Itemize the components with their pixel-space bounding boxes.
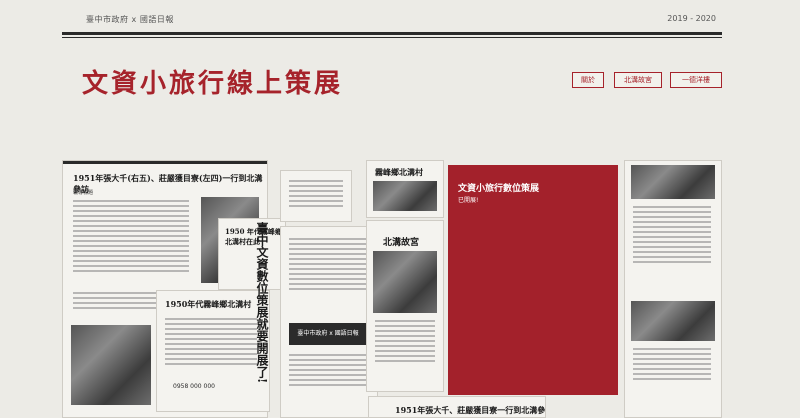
- newspaper-clipping-3[interactable]: 1950 年代霧峰鄉北溝村在此: [218, 218, 286, 290]
- nav-about-button[interactable]: 關於: [572, 72, 604, 88]
- clipping-body-text: [627, 203, 717, 266]
- nav-beigou-button[interactable]: 北溝故宮: [614, 72, 662, 88]
- clipping-photo: [631, 165, 715, 199]
- clipping-body-text: [67, 197, 195, 275]
- feature-card[interactable]: 文資小旅行數位策展 已開展!: [448, 165, 618, 395]
- newspaper-clipping-2[interactable]: 1950年代霧峰鄉北溝村 0958 000 000: [156, 290, 270, 412]
- newspaper-clipping-7[interactable]: 北溝故宮: [366, 220, 444, 392]
- vertical-announcement: 臺中文資數位策展就要開展了!: [255, 222, 269, 384]
- clipping-photo: [373, 181, 437, 211]
- header-rule-thin: [62, 37, 722, 38]
- newspaper-clipping-6[interactable]: 霧峰鄉北溝村: [366, 160, 444, 218]
- feature-title: 文資小旅行數位策展: [458, 184, 540, 194]
- clipping-body-text: [283, 235, 373, 293]
- clipping-headline: 1951年張大千(右五)、莊嚴獲目寮(左四)一行到北溝參訪: [73, 173, 263, 194]
- clipping-photo-2: [71, 325, 151, 405]
- clipping-body-text-2: [283, 351, 373, 389]
- header-rule-thick: [62, 32, 722, 35]
- clipping-headline: 1951年張大千、莊嚴獲目寮一行到北溝參訪: [395, 405, 546, 415]
- clipping-photo-2: [631, 301, 715, 341]
- newspaper-clipping-right[interactable]: [624, 160, 722, 418]
- clipping-body-text: [159, 315, 263, 368]
- clipping-body-text: [369, 317, 441, 365]
- sponsor-stamp: 臺中市政府 x 國語日報: [289, 323, 367, 345]
- newspaper-clipping-5[interactable]: 臺中市政府 x 國語日報: [280, 226, 378, 418]
- clipping-subhead: 報導標題: [73, 190, 94, 196]
- clipping-headline: 北溝故宮: [383, 238, 420, 248]
- newspaper-clipping-bottom[interactable]: 1951年張大千、莊嚴獲目寮一行到北溝參訪: [368, 396, 546, 418]
- newspaper-clipping-4[interactable]: [280, 170, 352, 222]
- page-title: 文資小旅行線上策展: [82, 69, 344, 99]
- clipping-photo: [373, 251, 437, 313]
- nav-yide-button[interactable]: 一德洋樓: [670, 72, 722, 88]
- clipping-headline: 1950年代霧峰鄉北溝村: [165, 299, 252, 309]
- clipping-headline: 霧峰鄉北溝村: [375, 167, 423, 177]
- top-header: 臺中市政府 x 國語日報 2019 - 2020: [0, 0, 800, 46]
- brand-text: 臺中市政府 x 國語日報: [86, 15, 174, 24]
- clipping-rule: [63, 161, 267, 164]
- years-text: 2019 - 2020: [667, 14, 716, 23]
- clipping-caption: 0958 000 000: [173, 383, 215, 390]
- clipping-body-text: [283, 177, 349, 210]
- feature-status: 已開展!: [458, 197, 479, 204]
- clipping-body-text-2: [627, 345, 717, 383]
